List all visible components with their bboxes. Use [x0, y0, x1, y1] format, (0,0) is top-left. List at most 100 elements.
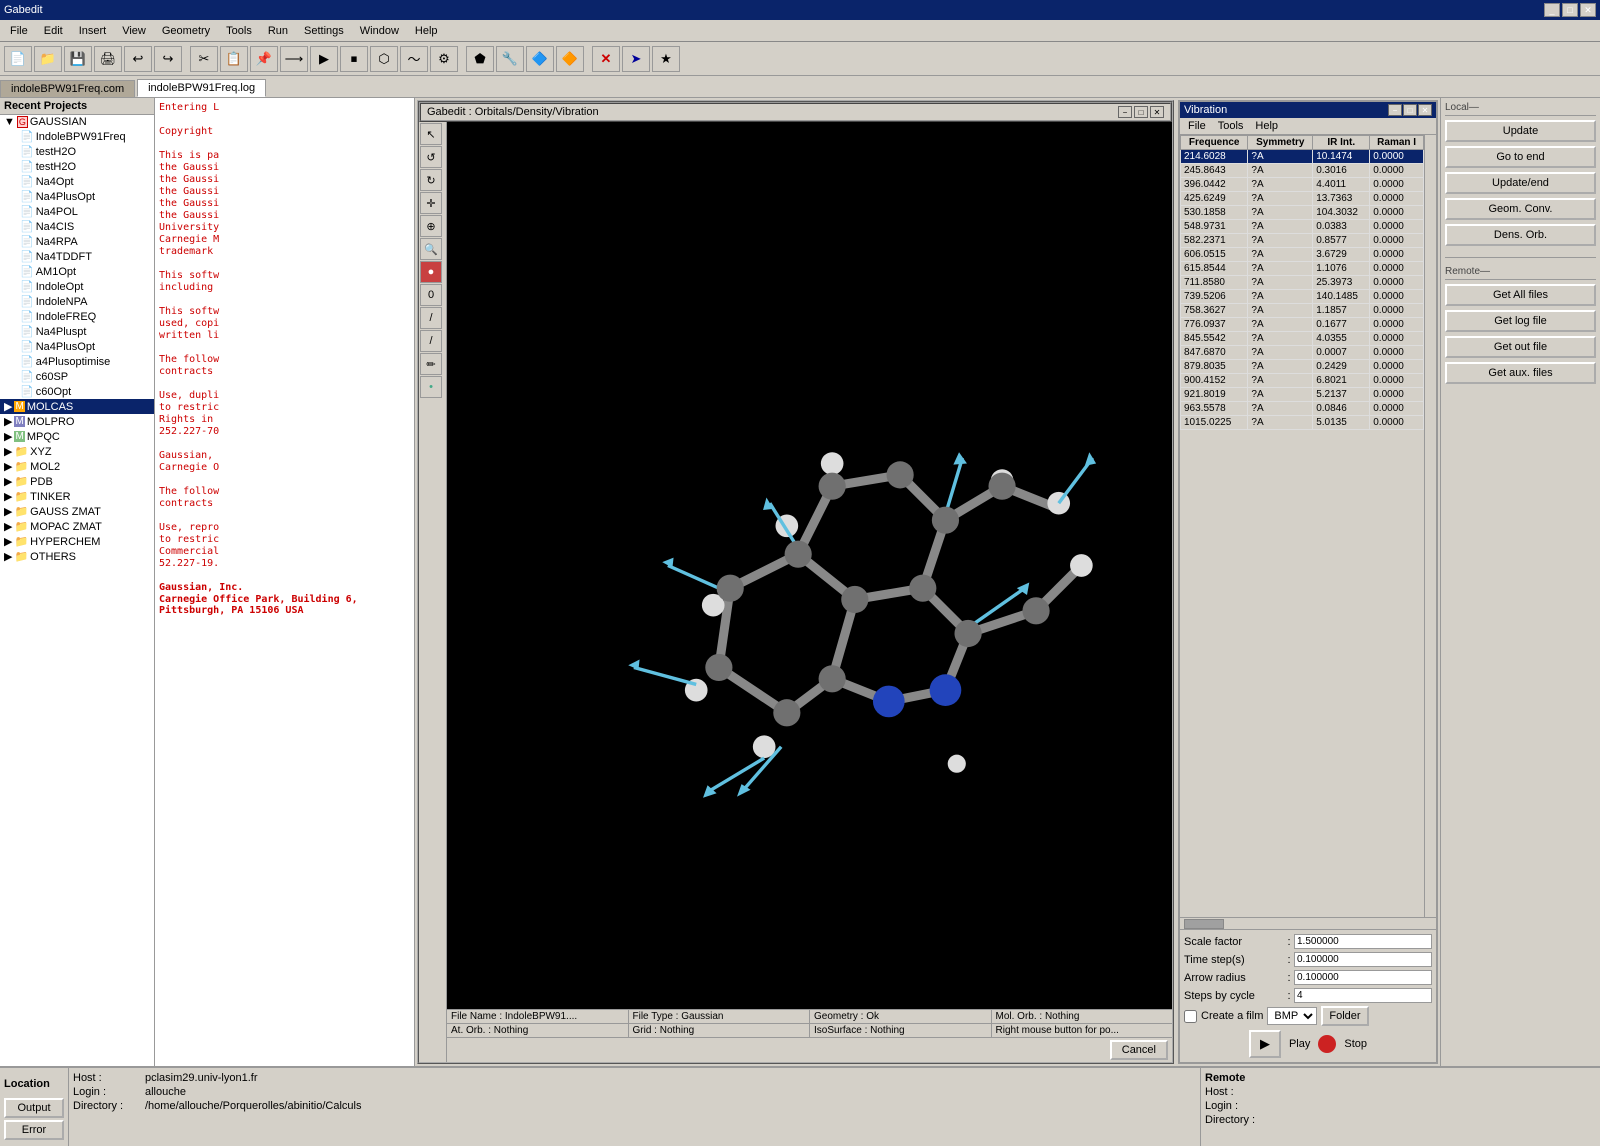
maximize-btn[interactable]: □ — [1562, 3, 1578, 17]
play-btn[interactable]: ▶ — [1249, 1030, 1281, 1058]
menu-file[interactable]: File — [4, 23, 34, 39]
tb-cut[interactable]: ✂ — [190, 46, 218, 72]
film-format-select[interactable]: BMP — [1267, 1007, 1317, 1025]
scale-factor-input[interactable] — [1294, 934, 1432, 949]
tb-print[interactable]: 🖨 — [94, 46, 122, 72]
menu-run[interactable]: Run — [262, 23, 294, 39]
tb-3d[interactable]: 🔷 — [526, 46, 554, 72]
h-scroll-thumb[interactable] — [1184, 919, 1224, 929]
tree-na4rpa[interactable]: 📄 Na4RPA — [0, 234, 154, 249]
vib-table-row[interactable]: 615.8544 ?A 1.1076 0.0000 — [1181, 262, 1424, 276]
tb-basis[interactable]: 🔶 — [556, 46, 584, 72]
vib-menu-help[interactable]: Help — [1251, 119, 1282, 133]
vib-maximize[interactable]: □ — [1403, 104, 1417, 116]
tb-stop[interactable]: ⏹ — [340, 46, 368, 72]
steps-cycle-input[interactable] — [1294, 988, 1432, 1003]
vib-table-row[interactable]: 214.6028 ?A 10.1474 0.0000 — [1181, 150, 1424, 164]
tb-geom[interactable]: ⬡ — [370, 46, 398, 72]
viewer-rotate-tool[interactable]: ↺ — [420, 146, 442, 168]
tb-x-red[interactable]: ✕ — [592, 46, 620, 72]
update-end-btn[interactable]: Update/end — [1445, 172, 1596, 194]
viewer-num-tool[interactable]: 0 — [420, 284, 442, 306]
tree-gaussian[interactable]: ▼ G GAUSSIAN — [0, 115, 154, 129]
error-btn[interactable]: Error — [4, 1120, 64, 1140]
vib-table-row[interactable]: 425.6249 ?A 13.7363 0.0000 — [1181, 192, 1424, 206]
vib-table-row[interactable]: 711.8580 ?A 25.3973 0.0000 — [1181, 276, 1424, 290]
vib-table[interactable]: Frequence Symmetry IR Int. Raman I 214.6… — [1180, 135, 1424, 917]
tb-arrow[interactable]: ⟶ — [280, 46, 308, 72]
menu-help[interactable]: Help — [409, 23, 444, 39]
tree-xyz[interactable]: ▶ 📁 XYZ — [0, 444, 154, 459]
tree-na4pluspt[interactable]: 📄 Na4Pluspt — [0, 324, 154, 339]
folder-btn[interactable]: Folder — [1321, 1006, 1368, 1026]
tb-freq[interactable]: 〜 — [400, 46, 428, 72]
vib-menu-tools[interactable]: Tools — [1214, 119, 1248, 133]
viewer-color-tool[interactable]: ● — [420, 261, 442, 283]
tree-c60opt[interactable]: 📄 c60Opt — [0, 384, 154, 399]
menu-edit[interactable]: Edit — [38, 23, 69, 39]
create-film-checkbox[interactable] — [1184, 1010, 1197, 1023]
tb-copy[interactable]: 📋 — [220, 46, 248, 72]
tab-log[interactable]: indoleBPW91Freq.log — [137, 79, 266, 97]
tb-save[interactable]: 💾 — [64, 46, 92, 72]
vib-table-row[interactable]: 845.5542 ?A 4.0355 0.0000 — [1181, 332, 1424, 346]
tb-mol[interactable]: ⬟ — [466, 46, 494, 72]
vib-table-row[interactable]: 879.8035 ?A 0.2429 0.0000 — [1181, 360, 1424, 374]
vib-table-row[interactable]: 530.1858 ?A 104.3032 0.0000 — [1181, 206, 1424, 220]
orbital-title-buttons[interactable]: − □ ✕ — [1118, 106, 1164, 118]
tb-run[interactable]: ▶ — [310, 46, 338, 72]
menu-geometry[interactable]: Geometry — [156, 23, 216, 39]
minimize-btn[interactable]: _ — [1544, 3, 1560, 17]
tree-testh2o-1[interactable]: 📄 testH2O — [0, 144, 154, 159]
title-bar-buttons[interactable]: _ □ ✕ — [1544, 3, 1596, 17]
tb-paste[interactable]: 📌 — [250, 46, 278, 72]
get-all-files-btn[interactable]: Get All files — [1445, 284, 1596, 306]
tree-tinker[interactable]: ▶ 📁 TINKER — [0, 489, 154, 504]
get-out-btn[interactable]: Get out file — [1445, 336, 1596, 358]
get-log-btn[interactable]: Get log file — [1445, 310, 1596, 332]
tree-indole[interactable]: 📄 IndoleBPW91Freq — [0, 129, 154, 144]
vib-table-row[interactable]: 582.2371 ?A 0.8577 0.0000 — [1181, 234, 1424, 248]
geom-conv-btn[interactable]: Geom. Conv. — [1445, 198, 1596, 220]
vib-table-row[interactable]: 758.3627 ?A 1.1857 0.0000 — [1181, 304, 1424, 318]
vib-title-buttons[interactable]: − □ ✕ — [1388, 104, 1432, 116]
tree-na4plusopt2[interactable]: 📄 Na4PlusOpt — [0, 339, 154, 354]
vib-table-row[interactable]: 245.8643 ?A 0.3016 0.0000 — [1181, 164, 1424, 178]
tb-new[interactable]: 📄 — [4, 46, 32, 72]
tree-mopac-zmat[interactable]: ▶ 📁 MOPAC ZMAT — [0, 519, 154, 534]
viewer-rotate3-tool[interactable]: ⊕ — [420, 215, 442, 237]
tree-molcas[interactable]: ▶ M MOLCAS — [0, 399, 154, 414]
time-steps-input[interactable] — [1294, 952, 1432, 967]
viewer-dot-tool[interactable]: • — [420, 376, 442, 398]
vib-table-row[interactable]: 1015.0225 ?A 5.0135 0.0000 — [1181, 416, 1424, 430]
tb-star[interactable]: ★ — [652, 46, 680, 72]
menu-window[interactable]: Window — [354, 23, 405, 39]
tree-testh2o-2[interactable]: 📄 testH2O — [0, 159, 154, 174]
tree-na4pol[interactable]: 📄 Na4POL — [0, 204, 154, 219]
output-btn[interactable]: Output — [4, 1098, 64, 1118]
viewer-line2-tool[interactable]: / — [420, 330, 442, 352]
tree-others[interactable]: ▶ 📁 OTHERS — [0, 549, 154, 564]
log-area[interactable]: Entering L Copyright This is pa the Gaus… — [155, 98, 415, 1066]
vib-table-row[interactable]: 396.0442 ?A 4.4011 0.0000 — [1181, 178, 1424, 192]
horizontal-scroll[interactable] — [1180, 917, 1436, 929]
tree-c60sp[interactable]: 📄 c60SP — [0, 369, 154, 384]
tree-pdb[interactable]: ▶ 📁 PDB — [0, 474, 154, 489]
vib-table-row[interactable]: 606.0515 ?A 3.6729 0.0000 — [1181, 248, 1424, 262]
update-btn[interactable]: Update — [1445, 120, 1596, 142]
tb-open[interactable]: 📁 — [34, 46, 62, 72]
vib-table-row[interactable]: 739.5206 ?A 140.1485 0.0000 — [1181, 290, 1424, 304]
tree-indolefreq[interactable]: 📄 IndoleFREQ — [0, 309, 154, 324]
vib-table-row[interactable]: 548.9731 ?A 0.0383 0.0000 — [1181, 220, 1424, 234]
vib-table-row[interactable]: 963.5578 ?A 0.0846 0.0000 — [1181, 402, 1424, 416]
tb-undo[interactable]: ↩ — [124, 46, 152, 72]
tree-am1opt[interactable]: 📄 AM1Opt — [0, 264, 154, 279]
arrow-radius-input[interactable] — [1294, 970, 1432, 985]
tree-na4plusopt[interactable]: 📄 Na4PlusOpt — [0, 189, 154, 204]
cancel-btn[interactable]: Cancel — [1110, 1040, 1168, 1060]
orbital-close[interactable]: ✕ — [1150, 106, 1164, 118]
dens-orb-btn[interactable]: Dens. Orb. — [1445, 224, 1596, 246]
tb-redo[interactable]: ↪ — [154, 46, 182, 72]
close-btn[interactable]: ✕ — [1580, 3, 1596, 17]
tree-na4opt[interactable]: 📄 Na4Opt — [0, 174, 154, 189]
